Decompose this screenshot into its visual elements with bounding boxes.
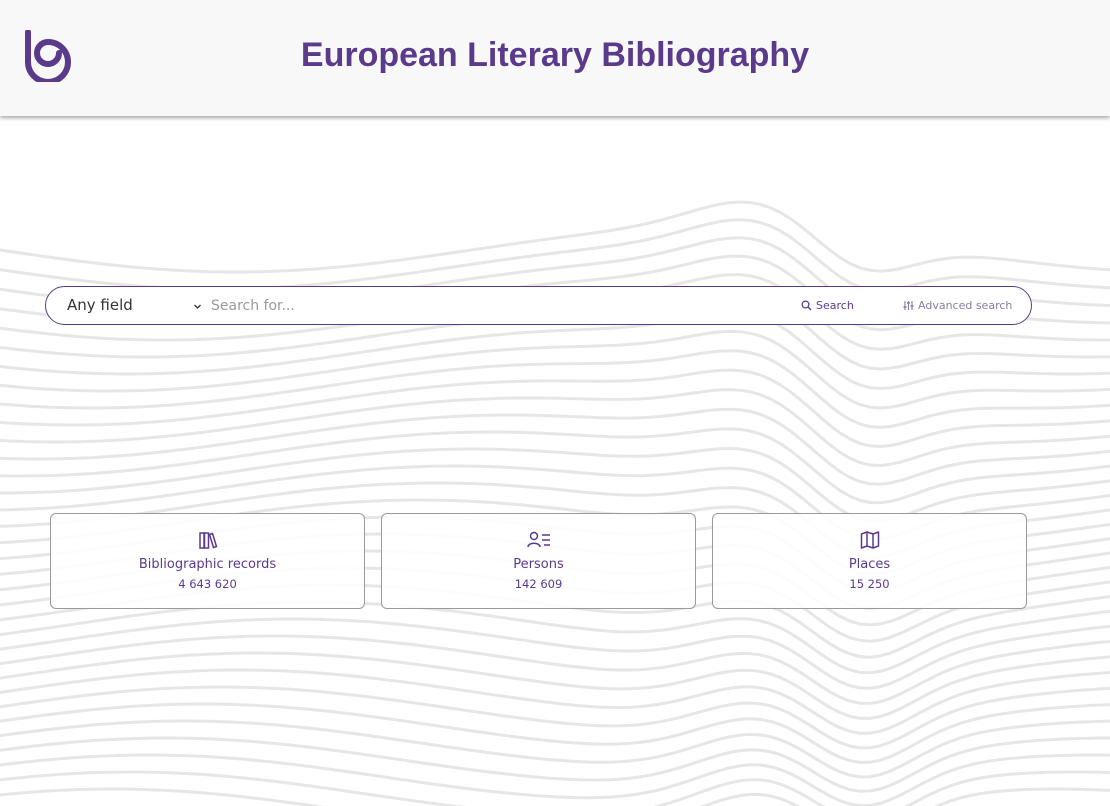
search-bar: Any field Search Advanced search (45, 286, 1032, 325)
advanced-search-button[interactable]: Advanced search (903, 287, 1012, 324)
stat-count: 15 250 (849, 577, 890, 591)
search-field-select[interactable]: Any field (67, 287, 133, 324)
books-icon (198, 532, 217, 549)
search-input[interactable] (211, 287, 771, 324)
stat-card-bibliographic-records[interactable]: Bibliographic records 4 643 620 (50, 513, 365, 609)
advanced-search-label: Advanced search (918, 299, 1013, 312)
map-icon (860, 531, 879, 549)
background-wave-line (0, 218, 1110, 293)
background-wave-line (0, 200, 1110, 274)
background-wave-line (0, 388, 1110, 468)
stat-count: 4 643 620 (178, 577, 237, 591)
search-button-label: Search (816, 299, 854, 312)
sliders-icon (903, 301, 914, 310)
site-header: European Literary Bibliography (0, 0, 1110, 116)
stat-label: Places (848, 557, 891, 572)
background-wave-line (0, 702, 1110, 764)
background-wave-pattern (0, 200, 1110, 806)
stat-label: Persons (513, 557, 564, 572)
stat-card-places[interactable]: Places 15 250 (712, 513, 1027, 609)
person-list-icon (526, 531, 550, 548)
page-title: European Literary Bibliography (300, 36, 810, 74)
search-button[interactable]: Search (801, 287, 854, 324)
background-wave-line (0, 753, 1110, 806)
background-wave-line (0, 736, 1110, 793)
background-wave-line (0, 329, 1110, 410)
chevron-down-icon[interactable] (193, 302, 202, 311)
search-icon (801, 300, 812, 311)
stat-card-persons[interactable]: Persons 142 609 (381, 513, 696, 609)
stat-label: Bibliographic records (138, 557, 277, 572)
stat-count: 142 609 (514, 577, 563, 591)
